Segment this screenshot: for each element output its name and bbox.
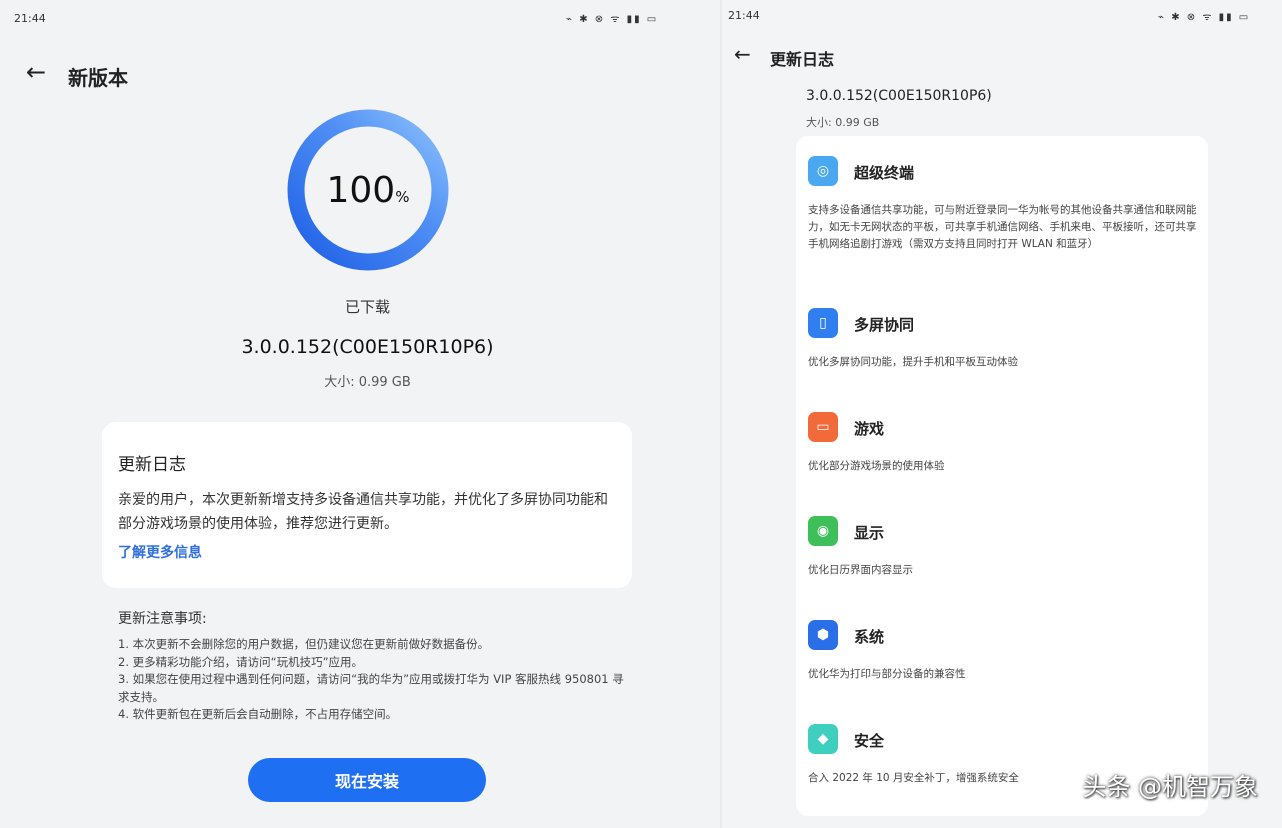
learn-more-link[interactable]: 了解更多信息 bbox=[118, 542, 202, 562]
item-title: 多屏协同 bbox=[854, 316, 915, 334]
changelog-card: 更新日志 亲爱的用户，本次更新新增支持多设备通信共享功能，并优化了多屏协同功能和… bbox=[102, 422, 632, 588]
item-description: 优化华为打印与部分设备的兼容性 bbox=[808, 668, 966, 680]
status-icons: ⌁ ✱ ⊗ ᯤ ▮▮ ▭ bbox=[566, 14, 659, 25]
progress-percent: 100% bbox=[284, 170, 452, 211]
changelog-body: 亲爱的用户，本次更新新增支持多设备通信共享功能，并优化了多屏协同功能和部分游戏场… bbox=[118, 492, 608, 532]
download-status: 已下载 bbox=[344, 298, 390, 316]
progress-number: 100 bbox=[326, 170, 396, 211]
status-icons: ⌁ ✱ ⊗ ᯤ ▮▮ ▭ bbox=[1158, 12, 1251, 23]
install-now-button[interactable]: 现在安装 bbox=[248, 758, 486, 802]
status-time: 21:44 bbox=[728, 9, 760, 22]
notes-item: 2. 更多精彩功能介绍，请访问“玩机技巧”应用。 bbox=[118, 654, 364, 669]
item-title: 显示 bbox=[854, 524, 885, 542]
changelog-list: ◎ 超级终端 支持多设备通信共享功能，可与附近登录同一华为帐号的其他设备共享通信… bbox=[796, 136, 1208, 816]
changelog-screen: 21:44 ⌁ ✱ ⊗ ᯤ ▮▮ ▭ ← 更新日志 3.0.0.152(C00E… bbox=[722, 0, 1282, 828]
item-description: 支持多设备通信共享功能，可与附近登录同一华为帐号的其他设备共享通信和联网能力，如… bbox=[808, 204, 1197, 250]
display-icon: ◉ bbox=[808, 516, 838, 546]
notes-item: 1. 本次更新不会删除您的用户数据，但仍建议您在更新前做好数据备份。 bbox=[118, 637, 490, 651]
page-title: 更新日志 bbox=[770, 50, 835, 69]
item-title: 系统 bbox=[854, 628, 885, 646]
update-screen: 21:44 ⌁ ✱ ⊗ ᯤ ▮▮ ▭ ← 新版本 100% 已下载 3.0.0.… bbox=[0, 0, 720, 828]
page-title: 新版本 bbox=[68, 66, 128, 90]
progress-ring: 100% bbox=[284, 106, 452, 274]
progress-sign: % bbox=[395, 188, 410, 206]
package-size: 大小: 0.99 GB bbox=[806, 116, 880, 129]
security-icon: ◆ bbox=[808, 724, 838, 754]
game-icon: ▭ bbox=[808, 412, 838, 442]
version-number: 3.0.0.152(C00E150R10P6) bbox=[241, 336, 494, 358]
changelog-title: 更新日志 bbox=[118, 455, 186, 475]
version-number: 3.0.0.152(C00E150R10P6) bbox=[806, 88, 992, 104]
item-title: 超级终端 bbox=[854, 164, 915, 182]
status-time: 21:44 bbox=[14, 12, 46, 25]
watermark: 头条 @机智万象 bbox=[1082, 773, 1258, 801]
back-arrow-icon[interactable]: ← bbox=[734, 42, 751, 66]
super-device-icon: ◎ bbox=[808, 156, 838, 186]
notes-item: 3. 如果您在使用过程中遇到任何问题，请访问“我的华为”应用或拨打华为 VIP … bbox=[118, 672, 624, 704]
item-title: 游戏 bbox=[854, 420, 885, 438]
multi-screen-icon: ▯ bbox=[808, 308, 838, 338]
item-description: 优化多屏协同功能，提升手机和平板互动体验 bbox=[808, 356, 1018, 368]
notes-item: 4. 软件更新包在更新后会自动删除，不占用存储空间。 bbox=[118, 707, 398, 721]
back-arrow-icon[interactable]: ← bbox=[26, 58, 46, 86]
item-description: 优化日历界面内容显示 bbox=[808, 564, 913, 576]
item-title: 安全 bbox=[854, 732, 885, 750]
package-size: 大小: 0.99 GB bbox=[324, 375, 411, 390]
notes-list: 1. 本次更新不会删除您的用户数据，但仍建议您在更新前做好数据备份。 2. 更多… bbox=[118, 636, 628, 724]
item-description: 优化部分游戏场景的使用体验 bbox=[808, 460, 945, 472]
notes-title: 更新注意事项: bbox=[118, 611, 207, 627]
system-icon: ⬢ bbox=[808, 620, 838, 650]
